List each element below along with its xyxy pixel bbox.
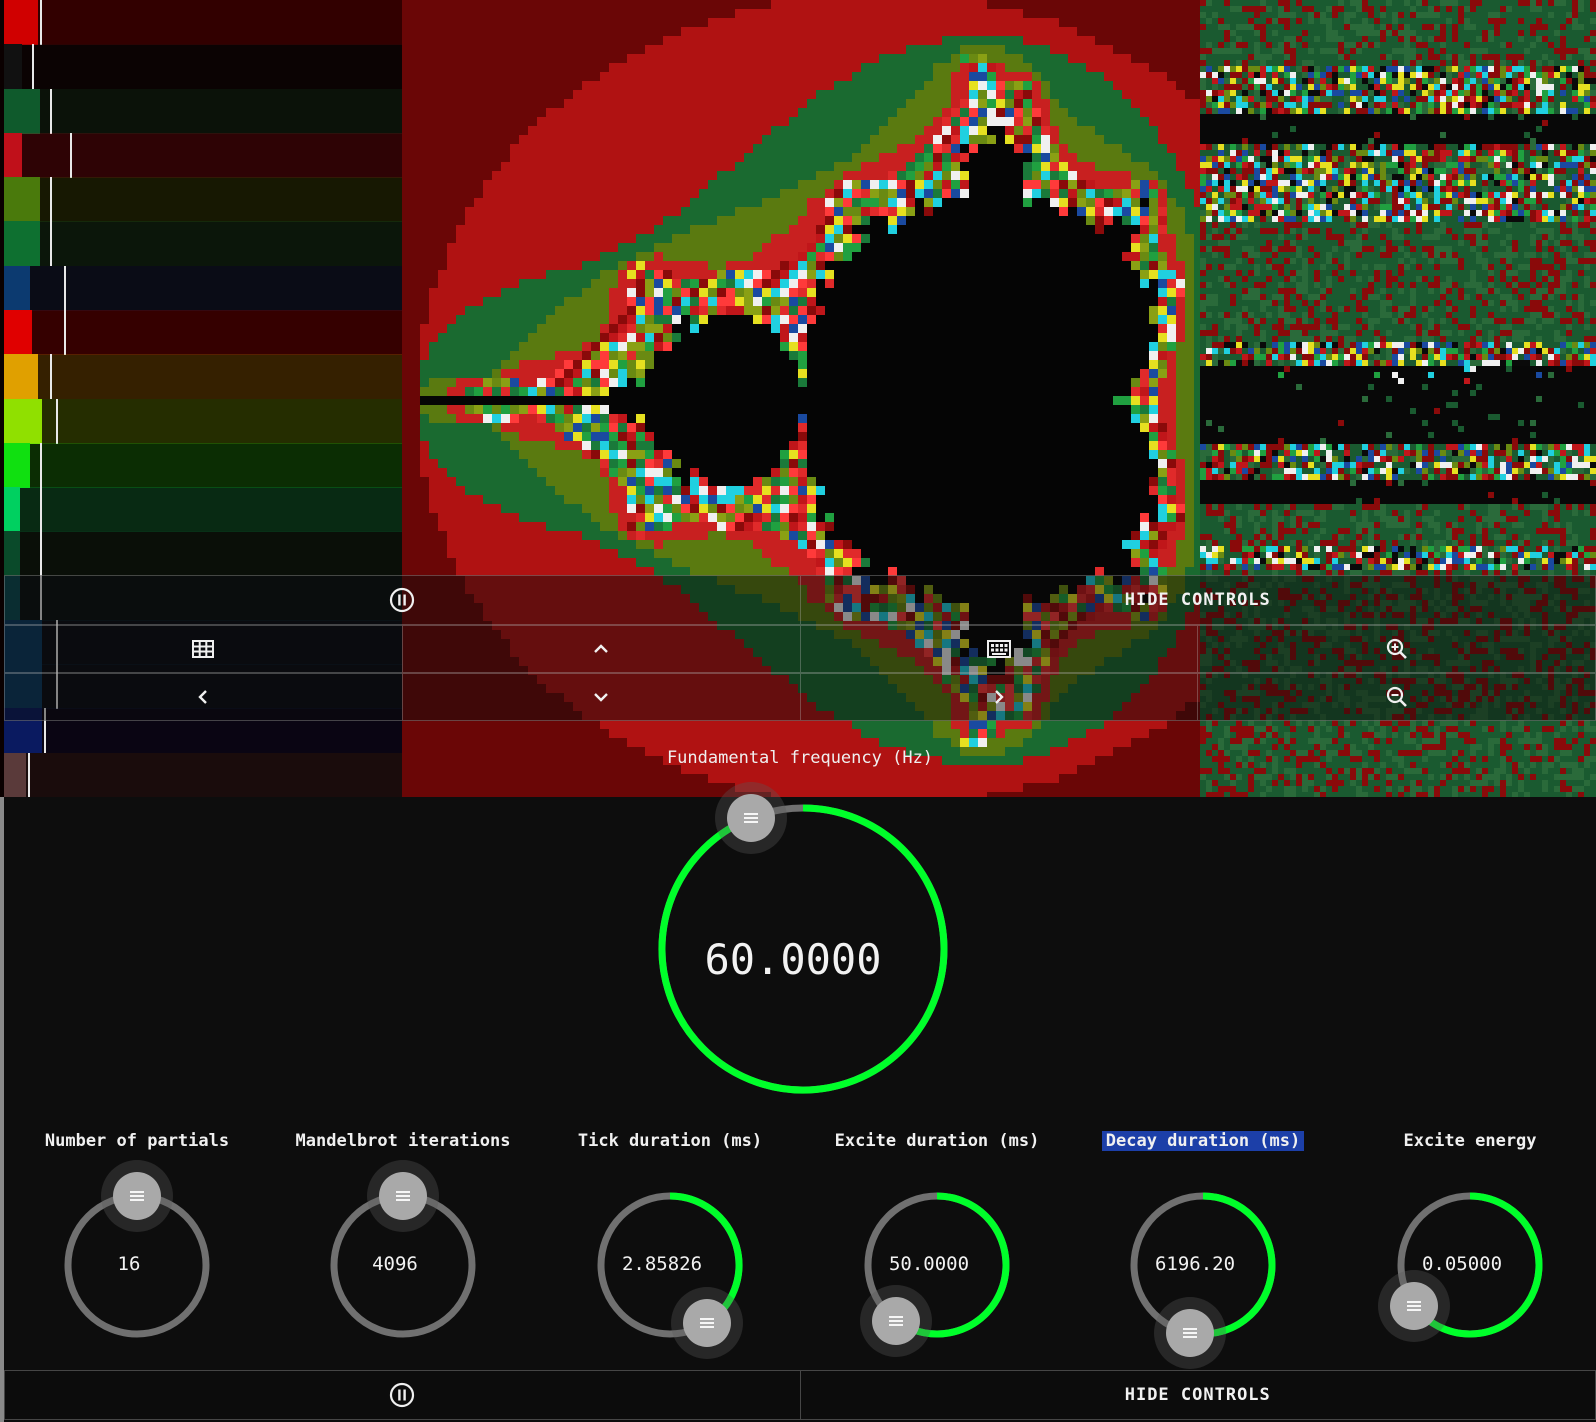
pause-button-bottom[interactable]	[4, 1370, 801, 1420]
partial-bar	[4, 354, 402, 400]
pause-button[interactable]	[4, 575, 801, 625]
controls-top-row3	[4, 673, 1596, 721]
knob-handle[interactable]	[367, 1160, 439, 1232]
zoom-out-icon	[1386, 686, 1408, 708]
pan-right-button[interactable]	[800, 673, 1199, 721]
partial-bar	[4, 442, 402, 488]
pause-circle-icon	[389, 587, 415, 613]
drag-handle-icon	[1405, 1299, 1423, 1313]
knob-label-text: Number of partials	[44, 1131, 230, 1151]
knob-label: Tick duration (ms)	[550, 1130, 790, 1153]
controls-top-row2	[4, 625, 1596, 673]
partial-bar	[4, 398, 402, 444]
knob-label: Decay duration (ms)	[1083, 1130, 1323, 1153]
knob-label: Mandelbrot iterations	[283, 1130, 523, 1153]
partial-bar	[4, 487, 402, 533]
pan-down-button[interactable]	[402, 673, 801, 721]
grid-button[interactable]	[4, 625, 403, 673]
hide-controls-label: HIDE CONTROLS	[1124, 590, 1271, 610]
partial-bar	[4, 0, 402, 45]
partial-bar	[4, 265, 402, 311]
partial-bar	[4, 132, 402, 178]
partial-bar	[4, 309, 402, 355]
grid-icon	[192, 640, 215, 658]
knob-value: 50.0000	[888, 1253, 970, 1275]
hide-controls-button-bottom[interactable]: HIDE CONTROLS	[800, 1370, 1596, 1420]
controls-bottom-row: HIDE CONTROLS	[4, 1370, 1596, 1420]
drag-handle-icon	[128, 1189, 146, 1203]
controls-top-row1: HIDE CONTROLS	[4, 575, 1596, 625]
knob-label: Excite energy	[1350, 1130, 1590, 1153]
chevron-down-icon	[592, 691, 610, 703]
partial-bar	[4, 221, 402, 267]
keyboard-button[interactable]	[800, 625, 1199, 673]
fundamental-frequency-value: 60.0000	[704, 935, 882, 984]
keyboard-icon	[986, 640, 1011, 658]
knob-label-text: Mandelbrot iterations	[295, 1131, 511, 1151]
knob-label-text: Excite energy	[1403, 1131, 1537, 1151]
knob-handle[interactable]	[101, 1160, 173, 1232]
partial-bar	[4, 531, 402, 577]
drag-handle-icon	[394, 1189, 412, 1203]
hide-controls-label-bottom: HIDE CONTROLS	[1124, 1385, 1271, 1405]
knob-label-text: Decay duration (ms)	[1101, 1131, 1305, 1151]
drag-handle-icon	[887, 1314, 905, 1328]
partial-bar	[4, 44, 402, 90]
drag-handle-icon	[698, 1316, 716, 1330]
knob-value: 4096	[372, 1253, 418, 1275]
hide-controls-button[interactable]: HIDE CONTROLS	[800, 575, 1596, 625]
knob-label-text: Excite duration (ms)	[834, 1131, 1040, 1151]
knob-handle[interactable]	[1378, 1269, 1451, 1342]
pan-left-button[interactable]	[4, 673, 403, 721]
knob-label: Number of partials	[17, 1130, 257, 1153]
partial-bar	[4, 88, 402, 134]
knob-handle[interactable]	[1154, 1296, 1227, 1369]
chevron-left-icon	[197, 688, 209, 706]
knob-value: 16	[117, 1253, 141, 1275]
fundamental-frequency-knob-handle[interactable]	[715, 781, 788, 854]
knob-value: 2.85826	[621, 1253, 703, 1275]
zoom-in-icon	[1386, 638, 1408, 660]
chevron-up-icon	[592, 643, 610, 655]
fundamental-frequency-label: Fundamental frequency (Hz)	[666, 748, 934, 768]
zoom-in-button[interactable]	[1198, 625, 1596, 673]
pan-up-button[interactable]	[402, 625, 801, 673]
pause-circle-icon	[389, 1382, 415, 1408]
drag-handle-icon	[1181, 1326, 1199, 1340]
knob-handle[interactable]	[860, 1284, 933, 1357]
partial-bar	[4, 177, 402, 223]
knob-value: 6196.20	[1154, 1253, 1236, 1275]
chevron-right-icon	[993, 688, 1005, 706]
knob-label: Excite duration (ms)	[817, 1130, 1057, 1153]
knob-label-text: Tick duration (ms)	[577, 1131, 763, 1151]
drag-handle-icon	[742, 811, 760, 825]
knob-handle[interactable]	[670, 1287, 743, 1360]
zoom-out-button[interactable]	[1198, 673, 1596, 721]
